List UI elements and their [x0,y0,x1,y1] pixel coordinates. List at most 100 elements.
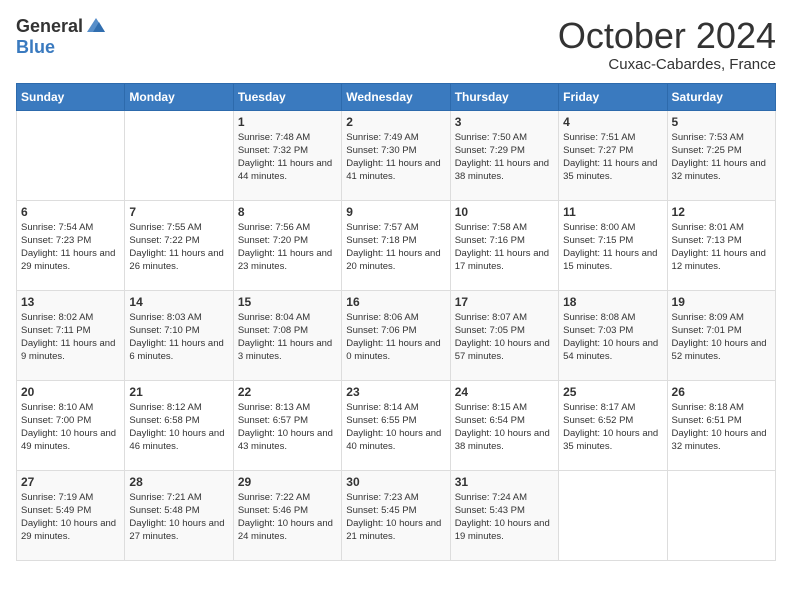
calendar-cell: 1 Sunrise: 7:48 AMSunset: 7:32 PMDaylight… [233,110,341,200]
logo-icon [85,14,107,36]
logo: General Blue [16,16,107,58]
calendar-cell: 12 Sunrise: 8:01 AMSunset: 7:13 PMDayligh… [667,200,775,290]
day-info: Sunrise: 8:18 AMSunset: 6:51 PMDaylight:… [672,401,771,454]
day-info: Sunrise: 8:00 AMSunset: 7:15 PMDaylight:… [563,221,662,274]
day-number: 8 [238,205,337,219]
weekday-header-sunday: Sunday [17,83,125,110]
day-info: Sunrise: 8:02 AMSunset: 7:11 PMDaylight:… [21,311,120,364]
day-number: 14 [129,295,228,309]
day-number: 25 [563,385,662,399]
calendar-cell: 10 Sunrise: 7:58 AMSunset: 7:16 PMDayligh… [450,200,558,290]
day-info: Sunrise: 7:56 AMSunset: 7:20 PMDaylight:… [238,221,337,274]
calendar-cell: 8 Sunrise: 7:56 AMSunset: 7:20 PMDaylight… [233,200,341,290]
calendar-cell: 27 Sunrise: 7:19 AMSunset: 5:49 PMDayligh… [17,470,125,560]
day-number: 2 [346,115,445,129]
calendar-cell: 5 Sunrise: 7:53 AMSunset: 7:25 PMDaylight… [667,110,775,200]
day-info: Sunrise: 7:19 AMSunset: 5:49 PMDaylight:… [21,491,120,544]
day-number: 10 [455,205,554,219]
logo-blue: Blue [16,37,55,57]
day-info: Sunrise: 8:17 AMSunset: 6:52 PMDaylight:… [563,401,662,454]
day-info: Sunrise: 8:04 AMSunset: 7:08 PMDaylight:… [238,311,337,364]
day-info: Sunrise: 8:10 AMSunset: 7:00 PMDaylight:… [21,401,120,454]
calendar-cell: 6 Sunrise: 7:54 AMSunset: 7:23 PMDaylight… [17,200,125,290]
calendar-cell: 15 Sunrise: 8:04 AMSunset: 7:08 PMDayligh… [233,290,341,380]
day-info: Sunrise: 8:08 AMSunset: 7:03 PMDaylight:… [563,311,662,364]
day-number: 29 [238,475,337,489]
weekday-header-thursday: Thursday [450,83,558,110]
calendar-cell: 11 Sunrise: 8:00 AMSunset: 7:15 PMDayligh… [559,200,667,290]
day-number: 15 [238,295,337,309]
calendar-cell: 19 Sunrise: 8:09 AMSunset: 7:01 PMDayligh… [667,290,775,380]
weekday-header-friday: Friday [559,83,667,110]
calendar-cell: 4 Sunrise: 7:51 AMSunset: 7:27 PMDaylight… [559,110,667,200]
day-info: Sunrise: 8:06 AMSunset: 7:06 PMDaylight:… [346,311,445,364]
day-info: Sunrise: 7:51 AMSunset: 7:27 PMDaylight:… [563,131,662,184]
calendar-cell: 16 Sunrise: 8:06 AMSunset: 7:06 PMDayligh… [342,290,450,380]
weekday-header-saturday: Saturday [667,83,775,110]
day-info: Sunrise: 8:07 AMSunset: 7:05 PMDaylight:… [455,311,554,364]
day-info: Sunrise: 7:49 AMSunset: 7:30 PMDaylight:… [346,131,445,184]
month-title: October 2024 [558,16,776,56]
day-info: Sunrise: 8:12 AMSunset: 6:58 PMDaylight:… [129,401,228,454]
calendar-cell: 7Sunrise: 7:55 AMSunset: 7:22 PMDaylight… [125,200,233,290]
calendar-cell: 30Sunrise: 7:23 AMSunset: 5:45 PMDayligh… [342,470,450,560]
day-info: Sunrise: 7:55 AMSunset: 7:22 PMDaylight:… [129,221,228,274]
day-number: 3 [455,115,554,129]
day-info: Sunrise: 7:57 AMSunset: 7:18 PMDaylight:… [346,221,445,274]
calendar-cell: 20 Sunrise: 8:10 AMSunset: 7:00 PMDayligh… [17,380,125,470]
day-number: 5 [672,115,771,129]
calendar-cell [667,470,775,560]
day-number: 20 [21,385,120,399]
day-number: 1 [238,115,337,129]
calendar-cell: 28 Sunrise: 7:21 AMSunset: 5:48 PMDayligh… [125,470,233,560]
calendar-cell: 24Sunrise: 8:15 AMSunset: 6:54 PMDayligh… [450,380,558,470]
page-header: General Blue October 2024 Cuxac-Cabardes… [16,16,776,73]
day-info: Sunrise: 8:09 AMSunset: 7:01 PMDaylight:… [672,311,771,364]
day-info: Sunrise: 7:58 AMSunset: 7:16 PMDaylight:… [455,221,554,274]
subtitle: Cuxac-Cabardes, France [558,56,776,73]
calendar-cell: 29 Sunrise: 7:22 AMSunset: 5:46 PMDayligh… [233,470,341,560]
day-number: 9 [346,205,445,219]
day-number: 21 [129,385,228,399]
day-number: 6 [21,205,120,219]
calendar-cell: 25 Sunrise: 8:17 AMSunset: 6:52 PMDayligh… [559,380,667,470]
calendar-cell: 18 Sunrise: 8:08 AMSunset: 7:03 PMDayligh… [559,290,667,380]
day-number: 11 [563,205,662,219]
calendar-cell [559,470,667,560]
calendar-cell: 22Sunrise: 8:13 AMSunset: 6:57 PMDayligh… [233,380,341,470]
logo-general: General [16,17,83,37]
calendar-cell: 26 Sunrise: 8:18 AMSunset: 6:51 PMDayligh… [667,380,775,470]
day-number: 28 [129,475,228,489]
day-info: Sunrise: 7:24 AMSunset: 5:43 PMDaylight:… [455,491,554,544]
day-info: Sunrise: 8:01 AMSunset: 7:13 PMDaylight:… [672,221,771,274]
day-number: 19 [672,295,771,309]
day-number: 17 [455,295,554,309]
day-number: 12 [672,205,771,219]
calendar-cell: 3 Sunrise: 7:50 AMSunset: 7:29 PMDaylight… [450,110,558,200]
calendar-cell: 9 Sunrise: 7:57 AMSunset: 7:18 PMDaylight… [342,200,450,290]
calendar-cell: 14Sunrise: 8:03 AMSunset: 7:10 PMDayligh… [125,290,233,380]
day-number: 26 [672,385,771,399]
day-number: 30 [346,475,445,489]
weekday-header-monday: Monday [125,83,233,110]
day-info: Sunrise: 7:48 AMSunset: 7:32 PMDaylight:… [238,131,337,184]
day-number: 23 [346,385,445,399]
day-info: Sunrise: 8:15 AMSunset: 6:54 PMDaylight:… [455,401,554,454]
day-info: Sunrise: 7:53 AMSunset: 7:25 PMDaylight:… [672,131,771,184]
weekday-header-wednesday: Wednesday [342,83,450,110]
day-info: Sunrise: 7:50 AMSunset: 7:29 PMDaylight:… [455,131,554,184]
day-number: 16 [346,295,445,309]
title-block: October 2024 Cuxac-Cabardes, France [558,16,776,73]
calendar-cell: 21 Sunrise: 8:12 AMSunset: 6:58 PMDayligh… [125,380,233,470]
day-info: Sunrise: 7:22 AMSunset: 5:46 PMDaylight:… [238,491,337,544]
day-info: Sunrise: 7:54 AMSunset: 7:23 PMDaylight:… [21,221,120,274]
calendar-table: SundayMondayTuesdayWednesdayThursdayFrid… [16,83,776,561]
calendar-cell: 31Sunrise: 7:24 AMSunset: 5:43 PMDayligh… [450,470,558,560]
calendar-cell: 23Sunrise: 8:14 AMSunset: 6:55 PMDayligh… [342,380,450,470]
day-info: Sunrise: 7:21 AMSunset: 5:48 PMDaylight:… [129,491,228,544]
day-number: 4 [563,115,662,129]
day-number: 27 [21,475,120,489]
day-number: 18 [563,295,662,309]
weekday-header-tuesday: Tuesday [233,83,341,110]
day-info: Sunrise: 8:13 AMSunset: 6:57 PMDaylight:… [238,401,337,454]
